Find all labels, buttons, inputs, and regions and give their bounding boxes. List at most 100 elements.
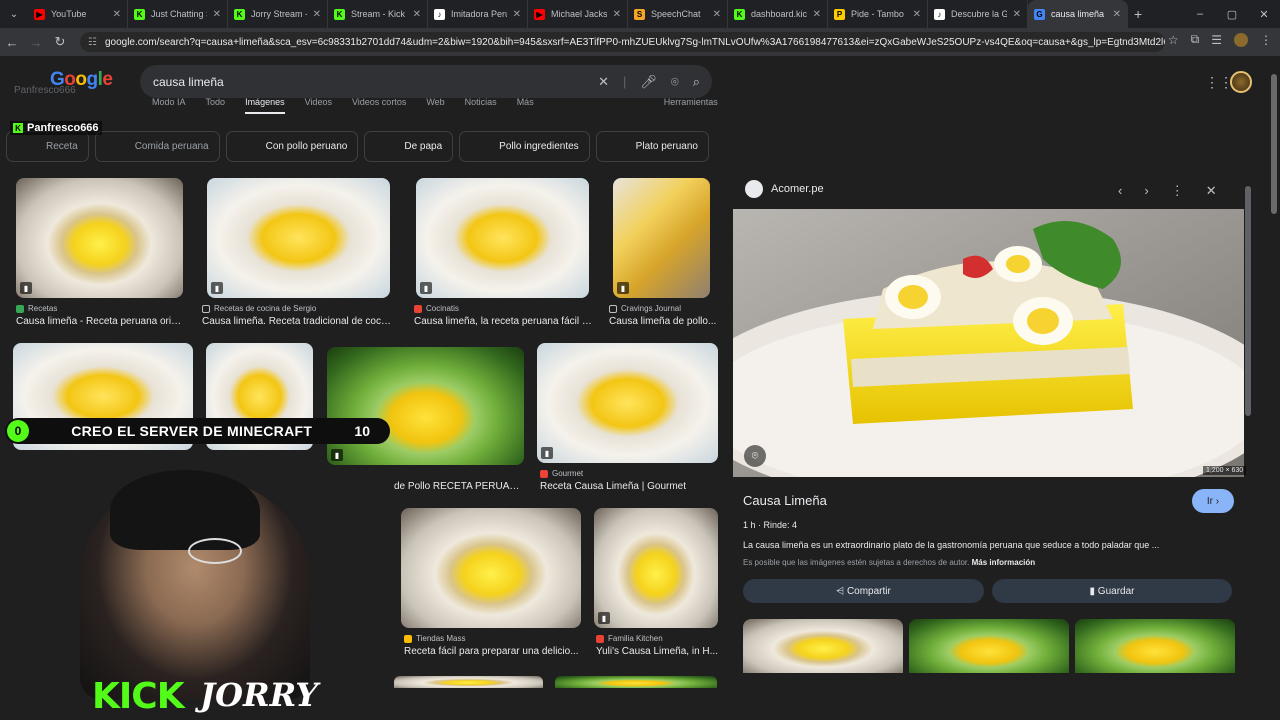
search-input[interactable]: causa limeña xyxy=(153,75,224,89)
new-tab-button[interactable]: + xyxy=(1128,0,1148,28)
result-caption[interactable]: Receta fácil para preparar una delicio..… xyxy=(404,646,584,657)
page-scrollbar[interactable] xyxy=(1268,56,1280,686)
browser-tab[interactable]: ♪ Imitadora Peru ✕ xyxy=(428,0,528,28)
panel-scrollbar[interactable] xyxy=(1245,180,1251,680)
tab-ai-mode[interactable]: Modo IA xyxy=(152,97,186,114)
tab-videos[interactable]: Videos xyxy=(305,97,332,114)
result-image[interactable]: ▮ xyxy=(594,508,718,628)
close-tab-icon[interactable]: ✕ xyxy=(913,9,921,20)
save-button[interactable]: ▮ Guardar xyxy=(992,579,1232,603)
result-image[interactable] xyxy=(555,676,717,688)
browser-tab[interactable]: K Stream - Kick E ✕ xyxy=(328,0,428,28)
close-tab-icon[interactable]: ✕ xyxy=(513,9,521,20)
back-icon[interactable]: ← xyxy=(0,35,24,50)
result-caption[interactable]: Causa limeña. Receta tradicional de coci… xyxy=(202,316,392,327)
share-button[interactable]: ⩤ Compartir xyxy=(743,579,984,603)
chip-plato-peruano[interactable]: Plato peruano xyxy=(595,131,709,162)
tab-tools[interactable]: Herramientas xyxy=(664,97,718,114)
minimize-icon[interactable]: – xyxy=(1184,8,1216,20)
tab-more[interactable]: Más xyxy=(517,97,534,114)
close-tab-icon[interactable]: ✕ xyxy=(813,9,821,20)
result-image[interactable] xyxy=(401,508,581,628)
close-tab-icon[interactable]: ✕ xyxy=(413,9,421,20)
close-tab-icon[interactable]: ✕ xyxy=(213,9,221,20)
visit-button[interactable]: Ir › xyxy=(1192,489,1234,513)
chip-pollo-ingredientes[interactable]: Pollo ingredientes xyxy=(459,131,590,162)
close-tab-icon[interactable]: ✕ xyxy=(1113,9,1121,20)
preview-title[interactable]: Causa Limeña xyxy=(743,493,827,508)
maximize-icon[interactable]: ▢ xyxy=(1216,8,1248,21)
browser-menu-icon[interactable]: ⋮ xyxy=(1260,33,1272,47)
result-source[interactable]: Recetas xyxy=(16,304,57,313)
browser-tab[interactable]: P Pide - Tambo | ✕ xyxy=(828,0,928,28)
account-avatar[interactable] xyxy=(1230,71,1252,93)
reload-icon[interactable]: ↻ xyxy=(48,34,72,50)
browser-tab[interactable]: ▶ YouTube ✕ xyxy=(28,0,128,28)
result-source[interactable]: Cocinatis xyxy=(414,304,459,313)
result-source[interactable]: Recetas de cocina de Sergio xyxy=(202,304,316,313)
google-logo[interactable]: Google xyxy=(50,69,113,91)
close-icon[interactable]: ✕ xyxy=(1206,183,1217,199)
microphone-icon[interactable]: 🎤︎ xyxy=(640,74,657,90)
result-image[interactable]: ▮ xyxy=(327,347,524,465)
close-tab-icon[interactable]: ✕ xyxy=(313,9,321,20)
chip-comida-peruana[interactable]: Comida peruana xyxy=(94,131,220,162)
preview-image[interactable] xyxy=(733,209,1244,477)
close-window-icon[interactable]: ✕ xyxy=(1248,8,1280,21)
result-source[interactable]: Tiendas Mass xyxy=(404,634,466,643)
close-tab-icon[interactable]: ✕ xyxy=(713,9,721,20)
tab-web[interactable]: Web xyxy=(426,97,444,114)
previous-icon[interactable]: ‹ xyxy=(1118,183,1122,199)
browser-tab[interactable]: Gcausa limeña - ✕ xyxy=(1028,0,1128,28)
close-tab-icon[interactable]: ✕ xyxy=(613,9,621,20)
related-image[interactable] xyxy=(743,619,903,673)
result-image[interactable]: ▮ xyxy=(613,178,710,298)
result-caption[interactable]: Receta Causa Limeña | Gourmet xyxy=(540,481,720,492)
clear-icon[interactable]: ✕ xyxy=(598,74,609,90)
result-caption[interactable]: Causa limeña - Receta peruana origi... xyxy=(16,316,186,327)
chip-de-papa[interactable]: De papa xyxy=(364,131,454,162)
visual-search-icon[interactable]: ⌾ xyxy=(744,445,766,467)
tab-search-button[interactable]: ⌄ xyxy=(0,0,28,28)
result-caption[interactable]: Causa limeña, la receta peruana fácil y … xyxy=(414,316,594,327)
preview-site[interactable]: Acomer.pe xyxy=(745,180,824,198)
close-tab-icon[interactable]: ✕ xyxy=(1013,9,1021,20)
result-source[interactable]: Cravings Journal xyxy=(609,304,681,313)
tab-news[interactable]: Noticias xyxy=(465,97,497,114)
close-tab-icon[interactable]: ✕ xyxy=(113,9,121,20)
result-caption[interactable]: de Pollo RECETA PERUAN... xyxy=(394,481,524,492)
url-field[interactable]: ☷ google.com/search?q=causa+limeña&sca_e… xyxy=(80,32,1165,52)
lens-icon[interactable]: ⌾ xyxy=(671,74,679,90)
result-image[interactable]: ▮ xyxy=(16,178,183,298)
result-image[interactable]: ▮ xyxy=(207,178,390,298)
browser-tab[interactable]: K Jorry Stream - ✕ xyxy=(228,0,328,28)
bookmark-star-icon[interactable]: ☆ xyxy=(1168,33,1179,47)
more-options-icon[interactable]: ⋮ xyxy=(1171,183,1184,199)
profile-icon[interactable] xyxy=(1234,32,1248,47)
result-caption[interactable]: Causa limeña de pollo... xyxy=(609,316,719,327)
result-source[interactable]: Gourmet xyxy=(540,469,583,478)
result-source[interactable]: Familia Kitchen xyxy=(596,634,663,643)
result-image[interactable]: ▮ xyxy=(416,178,589,298)
extensions-icon[interactable]: ⧉ xyxy=(1191,32,1200,47)
tab-images[interactable]: Imágenes xyxy=(245,97,285,114)
browser-tab[interactable]: Kdashboard.kick ✕ xyxy=(728,0,828,28)
result-caption[interactable]: Yuli's Causa Limeña, in H... xyxy=(596,646,721,657)
chip-con-pollo-peruano[interactable]: Con pollo peruano xyxy=(225,131,359,162)
search-box[interactable]: causa limeña ✕ | 🎤︎ ⌾ ⌕ xyxy=(140,65,712,98)
browser-tab[interactable]: K Just Chatting S ✕ xyxy=(128,0,228,28)
more-info-link[interactable]: Más información xyxy=(972,558,1036,567)
reading-list-icon[interactable]: ☰ xyxy=(1211,33,1222,47)
chip-receta[interactable]: Receta xyxy=(6,131,89,162)
browser-tab[interactable]: ♪ Descubre la Gu ✕ xyxy=(928,0,1028,28)
next-icon[interactable]: › xyxy=(1144,183,1148,199)
related-image[interactable] xyxy=(909,619,1069,673)
site-info-icon[interactable]: ☷ xyxy=(88,37,97,48)
forward-icon[interactable]: → xyxy=(24,35,48,50)
search-icon[interactable]: ⌕ xyxy=(693,74,700,90)
result-image[interactable]: ▮ xyxy=(537,343,718,463)
browser-tab[interactable]: ▶ Michael Jackso ✕ xyxy=(528,0,628,28)
browser-tab[interactable]: S SpeechChat ✕ xyxy=(628,0,728,28)
related-image[interactable] xyxy=(1075,619,1235,673)
result-image[interactable] xyxy=(394,676,543,688)
